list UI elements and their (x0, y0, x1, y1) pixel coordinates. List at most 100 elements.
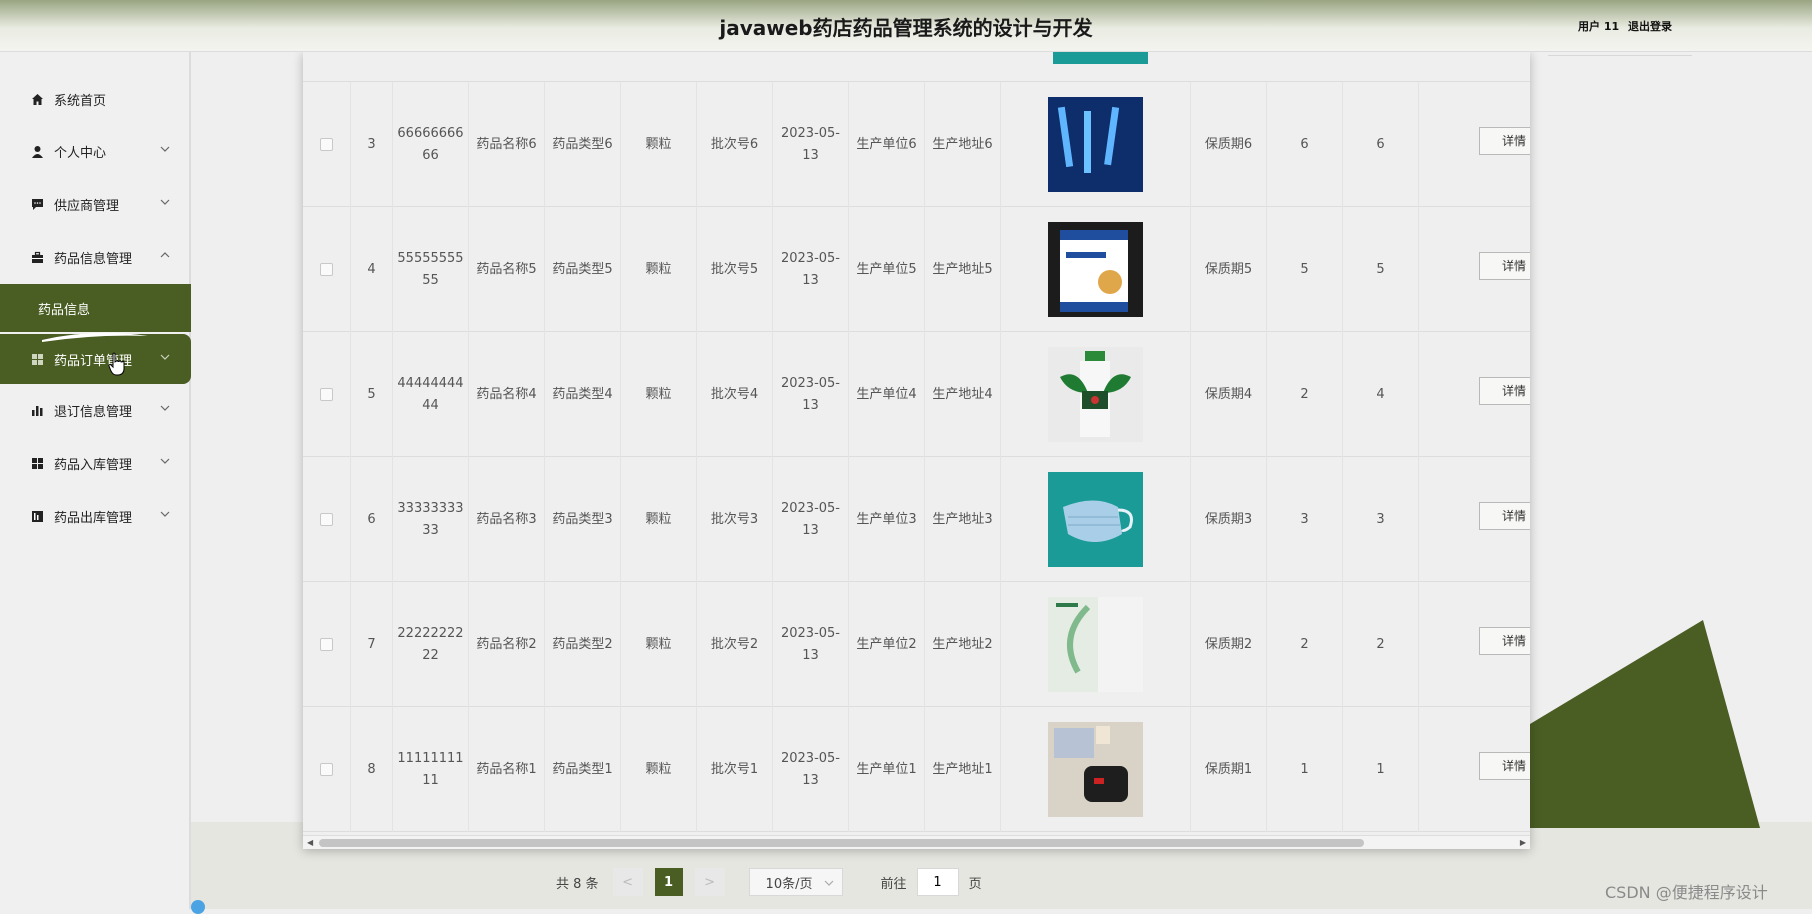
decorative-triangle (1520, 620, 1760, 828)
row-checkbox[interactable] (320, 388, 333, 401)
cell-unit: 生产单位2 (849, 582, 925, 707)
scroll-right-icon[interactable]: ▶ (1520, 838, 1526, 847)
drug-image-partial (1053, 52, 1148, 64)
detail-button[interactable]: 详情 (1479, 502, 1530, 530)
action-cell: 详情 (1419, 707, 1530, 832)
cell-name: 药品名称5 (469, 207, 545, 332)
sidebar-item-supplier[interactable]: 供应商管理 (0, 181, 191, 227)
cell-form: 颗粒 (621, 82, 697, 207)
cell-unit: 生产单位4 (849, 332, 925, 457)
goto-suffix: 页 (968, 876, 982, 892)
cell-qty1: 1 (1267, 707, 1343, 832)
detail-button[interactable]: 详情 (1479, 752, 1530, 780)
scroll-thumb[interactable] (319, 839, 1364, 847)
image-cell (1001, 457, 1191, 582)
sidebar-item-home[interactable]: 系统首页 (0, 76, 191, 122)
table-row-partial (303, 52, 1530, 82)
cell-form: 颗粒 (621, 332, 697, 457)
select-cell (303, 457, 351, 582)
chevron-down-icon (160, 146, 170, 152)
cell-qty2: 1 (1343, 707, 1419, 832)
chat-icon (30, 197, 44, 211)
goto-label: 前往 (880, 876, 907, 892)
sidebar-item-label: 个人中心 (54, 145, 107, 161)
cell-batch: 批次号1 (697, 707, 773, 832)
row-checkbox[interactable] (320, 138, 333, 151)
cell-name: 药品名称1 (469, 707, 545, 832)
sidebar-item-drug-info[interactable]: 药品信息管理 (0, 234, 191, 280)
action-cell: 详情 (1419, 207, 1530, 332)
sidebar-item-label: 供应商管理 (54, 198, 120, 214)
user-label: 用户 11 (1578, 20, 1620, 33)
detail-button[interactable]: 详情 (1479, 127, 1530, 155)
table-row: 7 2222222222 药品名称2 药品类型2 颗粒 批次号2 2023-05-13 生产单… (303, 582, 1530, 707)
top-header: javaweb药店药品管理系统的设计与开发 用户 11 退出登录 (0, 0, 1812, 52)
grid-icon (30, 352, 44, 366)
cell-batch: 批次号3 (697, 457, 773, 582)
cell-date: 2023-05-13 (773, 82, 849, 207)
chart-icon (30, 509, 44, 523)
cell-index: 4 (351, 207, 393, 332)
table-row: 4 5555555555 药品名称5 药品类型5 颗粒 批次号5 2023-05-13 生产单… (303, 207, 1530, 332)
cell-form: 颗粒 (621, 207, 697, 332)
cell-type: 药品类型2 (545, 582, 621, 707)
pagination-total: 共 8 条 (556, 876, 599, 892)
cell-qty1: 5 (1267, 207, 1343, 332)
logout-link[interactable]: 退出登录 (1628, 18, 1672, 34)
cell-index: 7 (351, 582, 393, 707)
action-cell: 详情 (1419, 582, 1530, 707)
scroll-left-icon[interactable]: ◀ (307, 838, 313, 847)
cell-unit: 生产单位6 (849, 82, 925, 207)
cell-batch: 批次号4 (697, 332, 773, 457)
select-cell (303, 582, 351, 707)
row-checkbox[interactable] (320, 263, 333, 276)
table-row: 6 3333333333 药品名称3 药品类型3 颗粒 批次号3 2023-05-13 生产单… (303, 457, 1530, 582)
row-checkbox[interactable] (320, 513, 333, 526)
prev-page-button[interactable]: < (612, 868, 643, 896)
drug-image-tube (1048, 597, 1143, 692)
app-title: javaweb药店药品管理系统的设计与开发 (719, 16, 1093, 40)
cell-date: 2023-05-13 (773, 582, 849, 707)
cell-form: 颗粒 (621, 582, 697, 707)
drug-image-device (1048, 722, 1143, 817)
sidebar-item-stock-in[interactable]: 药品入库管理 (0, 440, 191, 486)
sidebar-item-stock-out[interactable]: 药品出库管理 (0, 493, 191, 539)
cell-index: 6 (351, 457, 393, 582)
sidebar-item-profile[interactable]: 个人中心 (0, 128, 191, 174)
drug-table: 3 6666666666 药品名称6 药品类型6 颗粒 批次号6 2023-05-13 生产单… (303, 52, 1530, 849)
goto-page-input[interactable] (916, 868, 959, 896)
pagination: 共 8 条 < 1 > 10条/页 前往 页 (556, 868, 982, 896)
detail-button[interactable]: 详情 (1479, 377, 1530, 405)
detail-button[interactable]: 详情 (1479, 627, 1530, 655)
cell-shelf: 保质期2 (1191, 582, 1267, 707)
cell-code: 1111111111 (393, 707, 469, 832)
cell-code: 2222222222 (393, 582, 469, 707)
select-cell (303, 707, 351, 832)
bar-chart-icon (30, 403, 44, 417)
cell-shelf: 保质期5 (1191, 207, 1267, 332)
hover-swoosh (42, 332, 148, 342)
cell-date: 2023-05-13 (773, 207, 849, 332)
image-cell (1001, 582, 1191, 707)
sidebar-subitem-drug-info[interactable]: 药品信息 (0, 284, 191, 332)
table-row: 3 6666666666 药品名称6 药品类型6 颗粒 批次号6 2023-05-13 生产单… (303, 82, 1530, 207)
next-page-button[interactable]: > (694, 868, 725, 896)
cell-name: 药品名称3 (469, 457, 545, 582)
detail-button[interactable]: 详情 (1479, 252, 1530, 280)
sidebar-item-label: 退订信息管理 (54, 404, 133, 420)
cell-qty2: 4 (1343, 332, 1419, 457)
row-checkbox[interactable] (320, 763, 333, 776)
drug-image-mask (1048, 472, 1143, 567)
page-size-select[interactable]: 10条/页 (748, 868, 843, 896)
action-cell: 详情 (1419, 457, 1530, 582)
mouse-cursor-icon (108, 352, 125, 376)
cell-name: 药品名称2 (469, 582, 545, 707)
page-1-button[interactable]: 1 (654, 868, 683, 896)
cell-unit: 生产单位1 (849, 707, 925, 832)
row-checkbox[interactable] (320, 638, 333, 651)
sidebar-item-refund[interactable]: 退订信息管理 (0, 387, 191, 433)
horizontal-scrollbar[interactable]: ◀ ▶ (303, 835, 1530, 849)
cell-form: 颗粒 (621, 457, 697, 582)
action-cell: 详情 (1419, 82, 1530, 207)
cell-qty2: 2 (1343, 582, 1419, 707)
